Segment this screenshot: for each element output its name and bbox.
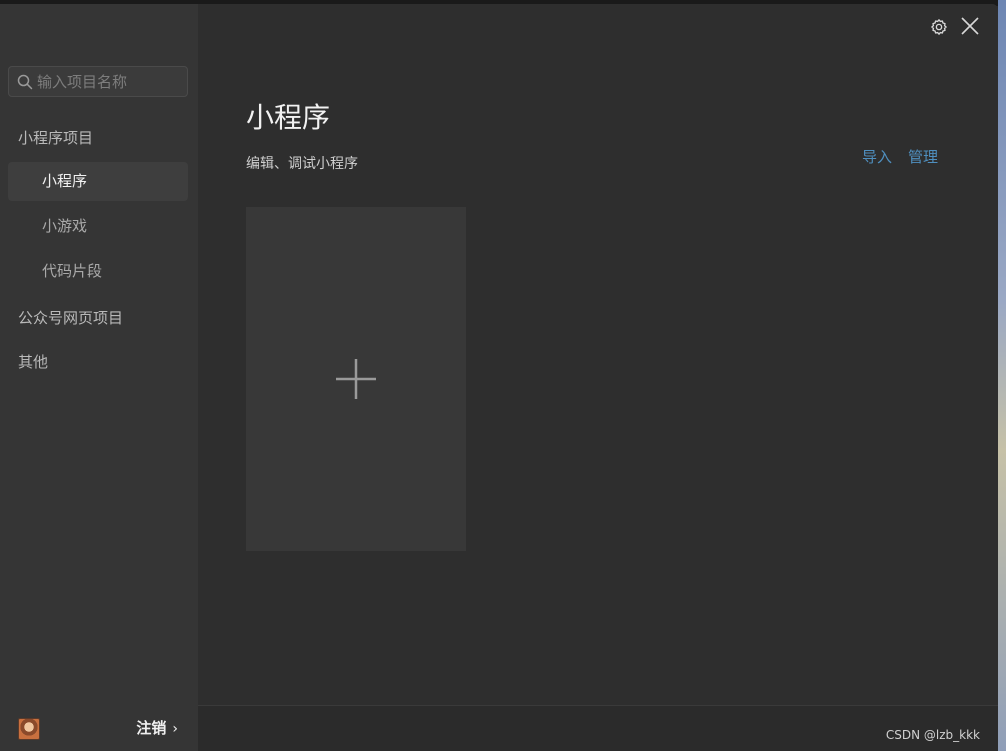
page-subtitle: 编辑、调试小程序: [246, 156, 358, 172]
create-project-card[interactable]: [246, 207, 466, 551]
plus-icon: [336, 359, 376, 399]
gear-icon[interactable]: [930, 18, 948, 36]
sidebar-item-code-snippet[interactable]: 代码片段: [8, 252, 188, 291]
sidebar-group-miniprogram-projects[interactable]: 小程序项目: [18, 128, 93, 148]
search-box[interactable]: [8, 66, 188, 97]
footer-bar: CSDN @lzb_kkk: [198, 705, 998, 751]
watermark: CSDN @lzb_kkk: [885, 728, 980, 742]
main-panel: 小程序 编辑、调试小程序 导入 管理: [198, 4, 998, 705]
sidebar-item-minigame[interactable]: 小游戏: [8, 207, 188, 246]
import-link[interactable]: 导入: [862, 147, 892, 167]
sidebar: 小程序项目 小程序 小游戏 代码片段 公众号网页项目 其他 注销 ›: [0, 4, 198, 751]
sidebar-footer: 注销 ›: [0, 706, 198, 751]
search-input[interactable]: [37, 67, 182, 96]
logout-button[interactable]: 注销 ›: [136, 717, 178, 740]
manage-link[interactable]: 管理: [908, 147, 938, 167]
sidebar-group-official-account-web[interactable]: 公众号网页项目: [18, 308, 123, 328]
avatar[interactable]: [18, 718, 40, 740]
sidebar-item-miniprogram[interactable]: 小程序: [8, 162, 188, 201]
close-icon[interactable]: [960, 16, 980, 36]
background-desktop-edge: [998, 0, 1006, 751]
chevron-right-icon: ›: [172, 721, 178, 737]
sidebar-group-other[interactable]: 其他: [18, 352, 48, 372]
logout-label: 注销: [136, 719, 167, 737]
search-icon: [17, 74, 33, 90]
project-window: 小程序项目 小程序 小游戏 代码片段 公众号网页项目 其他 注销 › 小程序 编辑…: [0, 4, 998, 751]
page-title: 小程序: [246, 101, 331, 134]
